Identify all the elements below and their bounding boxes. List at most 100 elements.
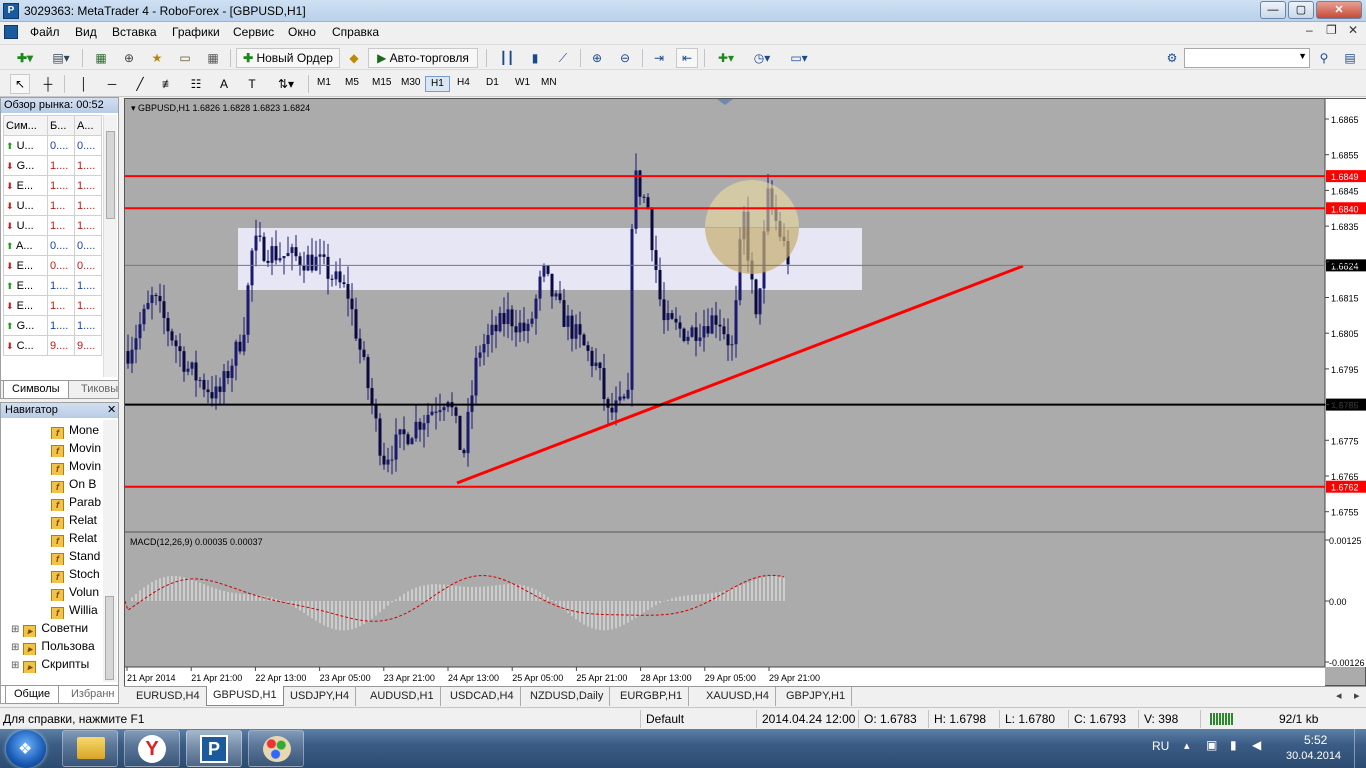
market-watch-row[interactable]: ⬆ E... 1.... 1.... (3, 275, 102, 296)
market-watch-row[interactable]: ⬆ U... 0.... 0.... (3, 135, 102, 156)
child-window-icon[interactable] (4, 25, 18, 39)
navigator-indicator-item[interactable]: f Mone (51, 421, 103, 439)
show-desktop-button[interactable] (1354, 729, 1366, 768)
clock-time[interactable]: 5:52 (1304, 733, 1327, 747)
navigator-indicator-item[interactable]: f Parab (51, 493, 103, 511)
navigator-indicator-item[interactable]: f Willia (51, 601, 103, 619)
navigator-indicator-item[interactable]: f Relat (51, 529, 103, 547)
chart-tab[interactable]: EURUSD,H4 (130, 687, 207, 706)
mdi-restore-button[interactable]: ❐ (1326, 23, 1337, 37)
menu-insert[interactable]: Вставка (112, 25, 157, 39)
menu-tools[interactable]: Сервис (233, 25, 274, 39)
market-watch-row[interactable]: ⬇ U... 1... 1.... (3, 195, 102, 216)
network-icon[interactable]: ▣ (1206, 738, 1217, 752)
mdi-close-button[interactable]: ✕ (1348, 23, 1358, 37)
navigator-indicator-item[interactable]: f Stand (51, 547, 103, 565)
tabs-right-icon[interactable]: ▸ (1354, 689, 1360, 702)
chart-tab[interactable]: EURGBP,H1 (614, 687, 690, 706)
new-order-button[interactable]: ✚ Новый Ордер (236, 48, 340, 68)
timeframe-mn[interactable]: MN (536, 76, 562, 92)
candlesticks-icon[interactable]: ▮ (524, 48, 546, 68)
column-header-bid[interactable]: Б... (47, 115, 75, 136)
navigator-indicator-item[interactable]: f Volun (51, 583, 103, 601)
tray-expand-icon[interactable]: ▴ (1184, 739, 1190, 752)
market-watch-row[interactable]: ⬇ G... 1.... 1.... (3, 155, 102, 176)
horizontal-line-icon[interactable]: ─ (102, 74, 122, 94)
timeframe-d1[interactable]: D1 (481, 76, 504, 92)
terminal-icon[interactable]: ▭ (174, 48, 196, 68)
metaeditor-icon[interactable]: ◆ (344, 48, 364, 68)
chart-tab[interactable]: AUDUSD,H1 (364, 687, 441, 706)
timeframe-w1[interactable]: W1 (510, 76, 535, 92)
chart-tab[interactable]: GBPJPY,H1 (780, 687, 853, 706)
navigator-indicator-item[interactable]: f Movin (51, 439, 103, 457)
start-button[interactable]: ❖ (6, 730, 46, 768)
menu-charts[interactable]: Графики (172, 25, 220, 39)
timeframe-h4[interactable]: H4 (452, 76, 475, 92)
zoom-out-icon[interactable]: ⊖ (614, 48, 636, 68)
chart-tab[interactable]: XAUUSD,H4 (700, 687, 776, 706)
minimize-button[interactable]: — (1260, 1, 1286, 19)
menu-file[interactable]: Файл (30, 25, 60, 39)
price-chart[interactable]: 1.68491.68401.68241.67851.67621.68651.68… (125, 99, 1366, 687)
text-icon[interactable]: A (214, 74, 234, 94)
tab-favorites[interactable]: Избранн (63, 686, 123, 704)
volume-icon[interactable]: ◀ (1252, 738, 1261, 752)
navigator-indicator-item[interactable]: f On B (51, 475, 103, 493)
menu-window[interactable]: Окно (288, 25, 316, 39)
profiles-icon[interactable]: ▤▾ (46, 48, 76, 68)
chart-tab[interactable]: USDJPY,H4 (284, 687, 357, 706)
navigator-group-item[interactable]: ⊞ ▸ Скрипты (11, 655, 103, 673)
tab-common[interactable]: Общие (5, 686, 60, 704)
community-icon[interactable]: ▤ (1340, 48, 1360, 68)
market-watch-row[interactable]: ⬇ C... 9.... 9.... (3, 335, 102, 356)
timeframe-h1[interactable]: H1 (425, 76, 450, 92)
taskbar-yandex[interactable]: Y (124, 730, 180, 767)
navigator-scrollbar[interactable] (103, 420, 117, 682)
menu-help[interactable]: Справка (332, 25, 379, 39)
taskbar-metatrader[interactable]: P (186, 730, 242, 767)
market-watch-row[interactable]: ⬇ E... 0.... 0.... (3, 255, 102, 276)
vertical-line-icon[interactable]: │ (74, 74, 94, 94)
chart-window[interactable]: 1.6849 1.6840 1.6824 1.6785 1.6762 1.6865 1.68… (124, 98, 1366, 687)
chart-tab[interactable]: NZDUSD,Daily (524, 687, 611, 706)
arrows-icon[interactable]: ⇅▾ (270, 74, 302, 94)
chart-tab[interactable]: USDCAD,H4 (444, 687, 521, 706)
maximize-button[interactable]: ▢ (1288, 1, 1314, 19)
market-watch-row[interactable]: ⬇ U... 1... 1.... (3, 215, 102, 236)
close-button[interactable]: ✕ (1316, 1, 1362, 19)
fibonacci-icon[interactable]: ☷ (186, 74, 206, 94)
navigator-group-item[interactable]: ⊞ ▸ Пользова (11, 637, 103, 655)
equidistant-channel-icon[interactable]: ≢ (158, 74, 178, 94)
indicators-icon[interactable]: ✚▾ (710, 48, 742, 68)
battery-icon[interactable]: ▮ (1230, 738, 1237, 752)
clock-date[interactable]: 30.04.2014 (1286, 750, 1341, 762)
navigator-indicator-item[interactable]: f Stoch (51, 565, 103, 583)
tester-icon[interactable]: ▦ (202, 48, 224, 68)
tab-symbols[interactable]: Символы (3, 381, 69, 399)
navigator-indicator-item[interactable]: f Relat (51, 511, 103, 529)
crosshair-icon[interactable]: ┼ (38, 74, 58, 94)
taskbar-explorer[interactable] (62, 730, 118, 767)
taskbar-paint[interactable] (248, 730, 304, 767)
menu-view[interactable]: Вид (75, 25, 97, 39)
search-icon[interactable]: ⚲ (1314, 48, 1334, 68)
chart-tab[interactable]: GBPUSD,H1 (206, 686, 284, 706)
bar-chart-icon[interactable]: ┃┃ (496, 48, 518, 68)
timeframe-m15[interactable]: M15 (367, 76, 396, 92)
trendline-icon[interactable]: ╱ (130, 74, 150, 94)
market-watch-scrollbar[interactable] (103, 115, 117, 377)
column-header-symbol[interactable]: Сим... (3, 115, 48, 136)
market-watch-row[interactable]: ⬇ E... 1... 1.... (3, 295, 102, 316)
line-chart-icon[interactable]: ⟋ (552, 48, 574, 68)
data-window-icon[interactable]: ⊕ (118, 48, 140, 68)
market-watch-icon[interactable]: ▦ (90, 48, 112, 68)
market-watch-row[interactable]: ⬆ A... 0.... 0.... (3, 235, 102, 256)
templates-icon[interactable]: ▭▾ (782, 48, 816, 68)
autotrading-button[interactable]: ▶ Авто-торговля (368, 48, 478, 68)
market-watch-row[interactable]: ⬆ G... 1.... 1.... (3, 315, 102, 336)
autoscroll-icon[interactable]: ⇥ (648, 48, 670, 68)
navigator-group-item[interactable]: ⊞ ▸ Советни (11, 619, 103, 637)
timeframe-m5[interactable]: M5 (340, 76, 364, 92)
chart-shift-icon[interactable]: ⇤ (676, 48, 698, 68)
